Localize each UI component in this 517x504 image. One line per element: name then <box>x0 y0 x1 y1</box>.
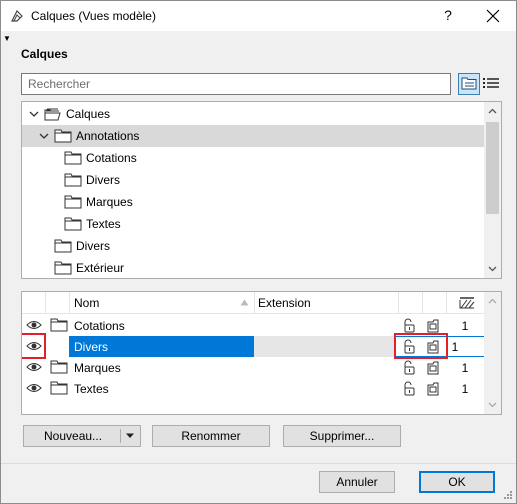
folder-icon <box>50 339 68 353</box>
header-lock[interactable] <box>399 292 423 314</box>
scroll-up-icon[interactable] <box>487 106 498 117</box>
tree-item-label: Divers <box>86 173 121 187</box>
tree-view-button[interactable] <box>458 73 480 95</box>
layer-stack-icon <box>44 108 61 121</box>
search-field[interactable] <box>21 73 451 95</box>
header-extension-label: Extension <box>258 296 311 310</box>
folder-icon <box>64 173 82 187</box>
tree-item-marques[interactable]: Marques <box>22 191 485 213</box>
selected-extension-cell[interactable] <box>254 336 394 357</box>
folder-icon <box>50 318 68 332</box>
collapse-marker-icon[interactable]: ▼ <box>3 34 11 43</box>
tree-item-textes[interactable]: Textes <box>22 213 485 235</box>
new-layer-label: Nouveau... <box>44 429 103 443</box>
tree-item-cotations[interactable]: Cotations <box>22 147 485 169</box>
hatch-icon <box>459 297 475 309</box>
header-folder[interactable] <box>46 292 70 314</box>
caret-down-icon[interactable] <box>125 433 135 439</box>
title-bar: Calques (Vues modèle) ? <box>1 1 516 31</box>
header-document[interactable] <box>423 292 447 314</box>
cancel-button[interactable]: Annuler <box>319 471 395 493</box>
tree-item-calques[interactable]: Calques <box>22 103 485 125</box>
list-view-button[interactable] <box>481 73 503 95</box>
scroll-down-icon[interactable] <box>487 399 498 410</box>
chevron-down-icon[interactable] <box>28 108 40 120</box>
sort-ascending-icon <box>240 299 249 306</box>
tree-item-divers[interactable]: Divers <box>22 169 485 191</box>
list-row-textes[interactable]: Textes 1 <box>22 378 485 399</box>
delete-button[interactable]: Supprimer... <box>283 425 401 447</box>
layer-list[interactable]: Nom Extension Cotations 1 Divers 1 Marqu… <box>21 291 502 415</box>
folder-icon <box>50 381 68 395</box>
window-title: Calques (Vues modèle) <box>31 9 156 23</box>
folder-icon <box>64 151 82 165</box>
tree-item-label: Marques <box>86 195 133 209</box>
folder-icon <box>50 360 68 374</box>
ok-button[interactable]: OK <box>419 471 495 493</box>
folder-icon <box>54 261 72 275</box>
scroll-thumb[interactable] <box>486 122 499 214</box>
document-icon[interactable] <box>426 318 440 333</box>
chevron-down-icon[interactable] <box>38 130 50 142</box>
folder-icon <box>54 129 72 143</box>
section-title: Calques <box>21 47 68 61</box>
tree-item-label: Textes <box>86 217 121 231</box>
search-input[interactable] <box>22 74 450 94</box>
unlock-icon[interactable] <box>402 381 416 396</box>
list-row-divers-selected[interactable]: Divers 1 <box>22 333 485 359</box>
tree-scrollbar[interactable] <box>484 102 501 278</box>
folder-icon <box>54 239 72 253</box>
header-visibility[interactable] <box>22 292 46 314</box>
intersection-group-value[interactable]: 1 <box>459 319 471 333</box>
intersection-group-value[interactable]: 1 <box>459 361 471 375</box>
layer-name: Textes <box>74 382 109 396</box>
list-view-icon <box>483 78 499 88</box>
header-name[interactable]: Nom <box>70 292 255 314</box>
list-header: Nom Extension <box>22 292 485 314</box>
folder-icon <box>64 195 82 209</box>
header-name-label: Nom <box>74 296 100 310</box>
help-button[interactable]: ? <box>437 7 459 25</box>
layer-name: Marques <box>74 361 121 375</box>
tree-item-divers-root[interactable]: Divers <box>22 235 485 257</box>
document-icon[interactable] <box>426 360 440 375</box>
tree-item-label: Calques <box>66 107 111 121</box>
tree-view-icon <box>461 77 477 90</box>
tree-item-exterieur[interactable]: Extérieur <box>22 257 485 278</box>
close-icon <box>486 9 500 23</box>
header-intersection-group[interactable] <box>447 292 485 314</box>
layer-name: Cotations <box>74 319 125 333</box>
unlock-icon[interactable] <box>402 318 416 333</box>
scroll-up-icon[interactable] <box>487 296 498 307</box>
visibility-eye-icon[interactable] <box>26 382 42 394</box>
visibility-eye-icon[interactable] <box>26 361 42 373</box>
visibility-eye-icon[interactable] <box>26 319 42 331</box>
rename-button[interactable]: Renommer <box>152 425 270 447</box>
intersection-group-value[interactable]: 1 <box>459 382 471 396</box>
highlight-box-lock-document <box>394 333 448 359</box>
close-button[interactable] <box>481 5 505 27</box>
app-icon <box>11 9 23 22</box>
tree-item-label: Annotations <box>76 129 140 143</box>
tree-item-annotations[interactable]: Annotations <box>22 125 485 147</box>
list-row-marques[interactable]: Marques 1 <box>22 357 485 378</box>
folder-icon <box>64 217 82 231</box>
unlock-icon[interactable] <box>402 360 416 375</box>
new-layer-button[interactable]: Nouveau... <box>23 425 141 447</box>
scroll-down-icon[interactable] <box>487 263 498 274</box>
tree-item-label: Extérieur <box>76 261 125 275</box>
tree-item-label: Cotations <box>86 151 137 165</box>
layer-tree[interactable]: Calques Annotations Cotations Divers Mar… <box>21 101 502 279</box>
header-extension[interactable]: Extension <box>255 292 399 314</box>
document-icon[interactable] <box>426 381 440 396</box>
list-scrollbar[interactable] <box>484 292 501 414</box>
resize-grip-icon[interactable] <box>503 490 513 500</box>
split-divider <box>120 429 121 443</box>
layer-name: Divers <box>74 340 109 354</box>
layers-dialog: Calques (Vues modèle) ? ▼ Calques Recher… <box>0 0 517 504</box>
tree-item-label: Divers <box>76 239 111 253</box>
intersection-group-value[interactable]: 1 <box>449 340 461 354</box>
highlight-box-visibility <box>22 333 46 359</box>
